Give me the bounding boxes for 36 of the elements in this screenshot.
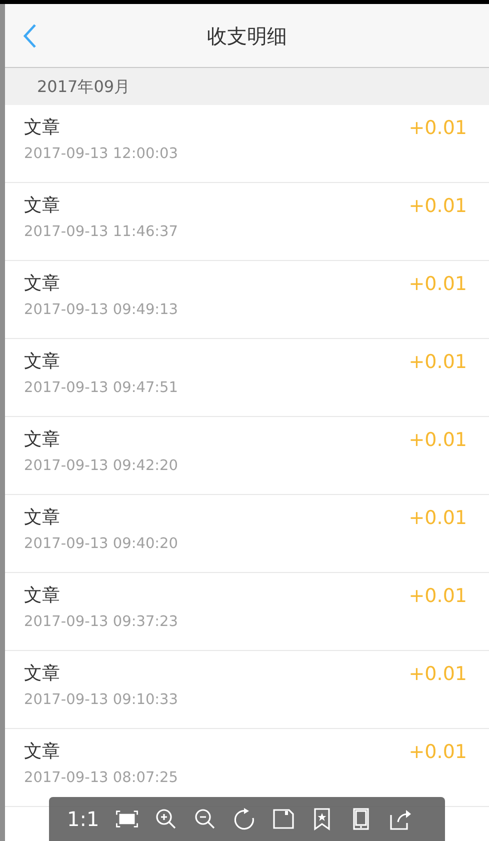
record-amount: +0.01 xyxy=(408,662,467,687)
save-icon[interactable] xyxy=(270,807,295,831)
month-header: 2017年09月 xyxy=(5,68,489,105)
record-amount: +0.01 xyxy=(408,506,467,531)
record-title: 文章 xyxy=(24,194,61,218)
back-icon xyxy=(23,22,37,48)
zoom-out-icon[interactable] xyxy=(192,807,217,831)
record-time: 2017-09-13 11:46:37 xyxy=(24,223,178,242)
share-icon[interactable] xyxy=(388,807,412,831)
record-title: 文章 xyxy=(24,584,61,608)
record-time: 2017-09-13 09:47:51 xyxy=(24,379,178,398)
record-amount: +0.01 xyxy=(408,428,467,453)
record-amount: +0.01 xyxy=(408,350,467,375)
record-time: 2017-09-13 08:07:25 xyxy=(24,769,178,788)
record-time: 2017-09-13 09:10:33 xyxy=(24,691,178,710)
record-time: 2017-09-13 09:37:23 xyxy=(24,613,178,632)
record-amount: +0.01 xyxy=(408,116,467,141)
record-amount: +0.01 xyxy=(408,740,467,765)
record-title: 文章 xyxy=(24,350,61,374)
actual-size-button[interactable]: 1:1 xyxy=(67,804,108,834)
record-title: 文章 xyxy=(24,272,61,296)
record-title: 文章 xyxy=(24,116,61,140)
record-time: 2017-09-13 09:49:13 xyxy=(24,301,178,320)
record-amount: +0.01 xyxy=(408,194,467,219)
record-amount: +0.01 xyxy=(408,584,467,609)
record-title: 文章 xyxy=(24,740,61,764)
page-title: 收支明细 xyxy=(206,22,288,50)
record-time: 2017-09-13 12:00:03 xyxy=(24,145,178,164)
rotate-icon[interactable] xyxy=(232,807,256,831)
zoom-in-icon[interactable] xyxy=(154,807,178,831)
record-title: 文章 xyxy=(24,506,61,530)
record-time: 2017-09-13 09:40:20 xyxy=(24,535,178,554)
record-title: 文章 xyxy=(24,662,61,686)
record-time: 2017-09-13 09:42:20 xyxy=(24,457,178,476)
record-title: 文章 xyxy=(24,428,61,452)
record-amount: +0.01 xyxy=(408,272,467,297)
